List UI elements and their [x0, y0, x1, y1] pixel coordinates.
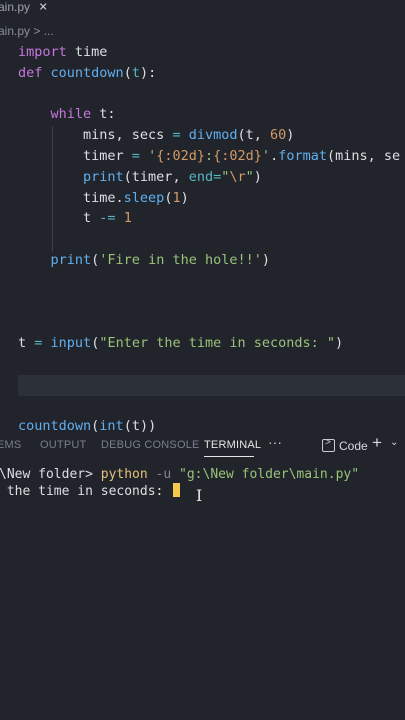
code-token: sleep	[123, 189, 165, 206]
terminal-profile-label[interactable]: Code	[339, 439, 368, 453]
code-token: time.	[18, 189, 124, 206]
code-token: def	[18, 64, 43, 81]
code-token: \r	[229, 168, 246, 185]
code-token: =	[213, 168, 222, 185]
tab-terminal[interactable]: TERMINAL	[204, 439, 261, 451]
code-line[interactable]: timer = '{:02d}:{:02d}'.format(mins, se	[18, 146, 405, 167]
code-token: '	[261, 148, 271, 164]
code-token: print	[83, 168, 124, 185]
tab-output[interactable]: OUTPUT	[40, 439, 86, 451]
code-line[interactable]: print(timer, end="\r")	[18, 167, 405, 188]
code-token: "Enter the time in seconds: "	[99, 335, 336, 352]
code-line[interactable]: def countdown(t):	[18, 63, 405, 84]
terminal-prompt-output: the time in seconds:	[0, 484, 172, 499]
code-token: timer	[18, 148, 132, 164]
code-token: )	[180, 189, 189, 206]
terminal-prompt: \New folder>	[0, 467, 101, 482]
code-line[interactable]	[18, 229, 405, 250]
panel-tab-bar: EMS OUTPUT DEBUG CONSOLE TERMINAL ··· Co…	[0, 432, 405, 458]
code-token: {:02d}	[156, 148, 205, 164]
editor-tab-filename[interactable]: ain.py	[0, 0, 30, 14]
code-line[interactable]: mins, secs = divmod(t, 60)	[18, 125, 405, 146]
breadcrumb[interactable]: ain.py > ...	[0, 24, 54, 38]
code-line[interactable]: t -= 1	[18, 208, 405, 229]
terminal-command: python	[100, 467, 148, 482]
close-icon[interactable]: ×	[39, 0, 47, 15]
terminal-icon[interactable]	[322, 437, 335, 452]
code-line[interactable]	[18, 292, 405, 313]
code-token: )	[286, 127, 295, 144]
terminal-command-line: \New folder> python -u "g:\New folder\ma…	[0, 466, 359, 484]
code-line-current[interactable]	[18, 374, 405, 396]
editor-tab-bar: ain.py ×	[0, 0, 405, 20]
code-token: format	[278, 148, 327, 164]
code-line[interactable]: while t:	[18, 104, 405, 125]
code-token: )	[253, 168, 262, 185]
code-token: (t,	[237, 127, 271, 144]
code-token: input	[50, 335, 92, 352]
code-token: '	[148, 148, 157, 164]
text-cursor-icon: I	[196, 486, 203, 505]
code-token: )	[335, 335, 344, 352]
tab-problems[interactable]: EMS	[0, 439, 21, 451]
code-line[interactable]: time.sleep(1)	[18, 188, 405, 209]
code-token: end	[188, 168, 214, 185]
new-terminal-plus-icon[interactable]: +	[372, 433, 382, 453]
code-token: time	[66, 44, 108, 60]
code-token: print	[50, 252, 92, 268]
code-token: .	[270, 148, 279, 164]
code-token: (	[123, 64, 132, 81]
terminal-cursor	[173, 483, 181, 497]
code-token: t	[18, 335, 35, 352]
code-line[interactable]	[18, 354, 405, 375]
code-token: 1	[172, 189, 181, 206]
code-token: countdown	[50, 64, 124, 81]
code-line[interactable]: t = input("Enter the time in seconds: ")	[18, 333, 405, 354]
terminal-input-line[interactable]: the time in seconds:	[0, 483, 181, 501]
code-token: t:	[91, 106, 116, 123]
code-token: {:02d}	[213, 148, 262, 164]
code-token: 'Fire in the hole!!'	[99, 252, 262, 268]
code-token: mins, secs	[18, 127, 173, 144]
active-tab-indicator	[204, 456, 254, 457]
code-token: -=	[99, 210, 116, 227]
code-token: divmod	[188, 127, 238, 144]
code-token: while	[50, 106, 92, 123]
code-editor[interactable]: import time def countdown(t): while t: mi…	[0, 42, 405, 434]
code-token: t	[18, 210, 100, 227]
terminal-flag: -u	[147, 467, 180, 482]
code-line[interactable]: import time	[18, 42, 405, 63]
code-token: "	[245, 168, 254, 185]
code-line[interactable]: print('Fire in the hole!!')	[18, 250, 405, 271]
code-token: =	[172, 127, 181, 144]
code-token: ):	[139, 64, 157, 81]
code-token: 1	[123, 210, 132, 227]
code-line[interactable]	[18, 396, 405, 417]
tab-debug-console[interactable]: DEBUG CONSOLE	[101, 439, 200, 451]
code-line[interactable]	[18, 271, 405, 292]
code-token: t	[131, 64, 140, 81]
terminal-argument: "g:\New folder\main.py"	[179, 467, 360, 482]
code-token: 60	[270, 127, 287, 144]
code-token: (timer,	[123, 168, 189, 185]
more-actions-icon[interactable]: ···	[268, 434, 282, 450]
code-token: )	[261, 252, 270, 268]
chevron-down-icon[interactable]: ⌄	[390, 437, 398, 448]
code-line[interactable]	[18, 84, 405, 105]
code-token: (mins, se	[326, 148, 401, 164]
code-token: import	[18, 44, 67, 60]
code-token: =	[131, 148, 140, 164]
code-line[interactable]	[18, 312, 405, 333]
code-token: :	[205, 148, 214, 164]
